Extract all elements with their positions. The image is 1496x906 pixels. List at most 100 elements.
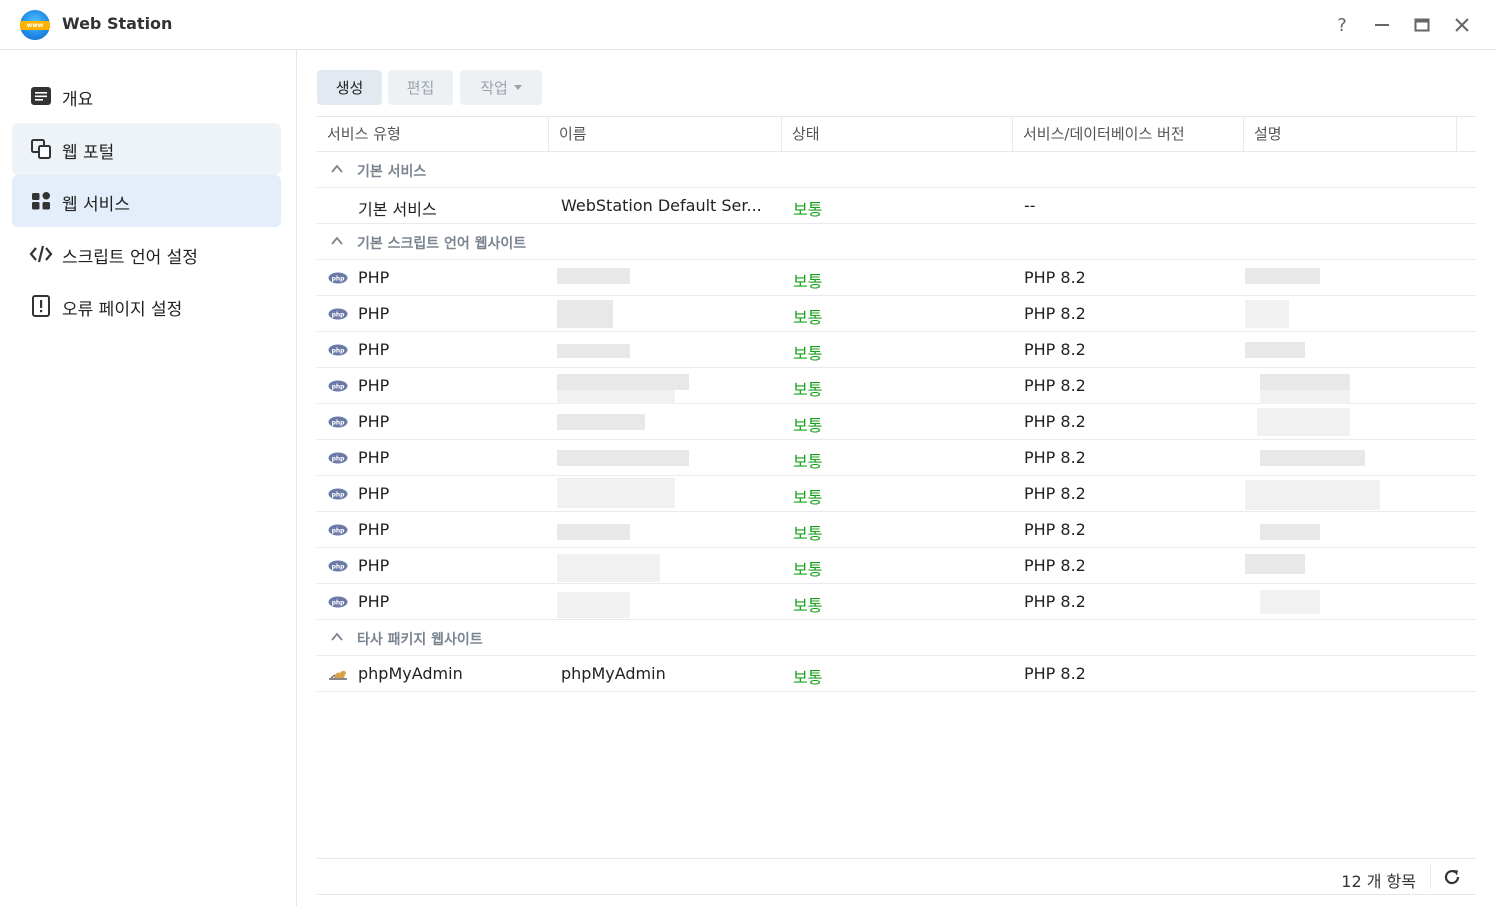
caret-down-icon — [513, 85, 522, 90]
redacted-name — [557, 390, 675, 404]
cell-version: PHP 8.2 — [1024, 268, 1086, 287]
cell-status: 보통 — [793, 488, 823, 507]
php-icon: php — [328, 524, 348, 536]
maximize-button[interactable] — [1409, 12, 1435, 38]
redacted-description — [1245, 300, 1289, 328]
sidebar-item-label: 웹 서비스 — [62, 195, 130, 215]
cell-type: PHP — [358, 592, 390, 611]
group-row-script-websites[interactable]: 기본 스크립트 언어 웹사이트 — [317, 224, 1476, 260]
cell-type: phpMyAdmin — [358, 664, 463, 683]
cell-type: 기본 서비스 — [358, 200, 437, 219]
group-row-third-party[interactable]: 타사 패키지 웹사이트 — [317, 620, 1476, 656]
table-row[interactable]: php PHP 보통 PHP 8.2 — [317, 332, 1476, 368]
php-icon: php — [328, 308, 348, 320]
table-row[interactable]: php PHP 보통 PHP 8.2 — [317, 476, 1476, 512]
web-service-icon — [32, 191, 51, 210]
redacted-description — [1245, 480, 1380, 510]
cell-type: PHP — [358, 376, 390, 395]
error-page-icon — [32, 295, 50, 317]
php-icon: php — [328, 380, 348, 392]
refresh-icon[interactable] — [1442, 867, 1462, 887]
column-header-type[interactable]: 서비스 유형 — [317, 117, 549, 152]
php-icon: php — [328, 560, 348, 572]
cell-type: PHP — [358, 448, 390, 467]
cell-status: 보통 — [793, 380, 823, 399]
cell-version: PHP 8.2 — [1024, 304, 1086, 323]
php-icon: php — [328, 452, 348, 464]
create-button[interactable]: 생성 — [317, 70, 382, 105]
cell-status: 보통 — [793, 344, 823, 363]
cell-version: PHP 8.2 — [1024, 664, 1086, 683]
sidebar-item-web-portal[interactable]: 웹 포털 — [12, 123, 281, 175]
cell-version: PHP 8.2 — [1024, 412, 1086, 431]
redacted-description — [1260, 374, 1350, 390]
help-button[interactable]: ? — [1329, 12, 1355, 38]
cell-status: 보통 — [793, 200, 823, 219]
help-icon: ? — [1337, 14, 1347, 36]
table-row[interactable]: 기본 서비스 WebStation Default Ser... 보통 -- — [317, 188, 1476, 224]
action-label: 작업 — [480, 79, 508, 97]
maximize-icon — [1414, 18, 1430, 32]
svg-text:php: php — [332, 276, 346, 283]
redacted-name — [557, 344, 630, 358]
table-row[interactable]: php PHP 보통 PHP 8.2 — [317, 584, 1476, 620]
chevron-up-icon — [331, 236, 343, 245]
redacted-description — [1245, 554, 1305, 574]
sidebar-item-error-page[interactable]: 오류 페이지 설정 — [12, 280, 281, 332]
cell-status: 보통 — [793, 596, 823, 615]
sidebar-item-script-language[interactable]: 스크립트 언어 설정 — [12, 228, 281, 280]
close-button[interactable] — [1449, 12, 1475, 38]
table-row[interactable]: php PHP 보통 PHP 8.2 — [317, 440, 1476, 476]
cell-version: PHP 8.2 — [1024, 592, 1086, 611]
column-header-description[interactable]: 설명 — [1244, 117, 1457, 152]
sidebar-item-overview[interactable]: 개요 — [12, 70, 281, 122]
redacted-name — [557, 554, 660, 582]
svg-text:php: php — [332, 600, 346, 607]
cell-type: PHP — [358, 556, 390, 575]
svg-text:php: php — [332, 312, 346, 319]
footer-divider — [1430, 865, 1431, 889]
redacted-name — [557, 592, 630, 618]
php-icon: php — [328, 272, 348, 284]
svg-text:php: php — [332, 456, 346, 463]
table-row[interactable]: phpMyAdmin phpMyAdmin 보통 PHP 8.2 — [317, 656, 1476, 692]
cell-version: PHP 8.2 — [1024, 520, 1086, 539]
close-icon — [1455, 18, 1469, 32]
table-row[interactable]: php PHP 보통 PHP 8.2 — [317, 548, 1476, 584]
group-row-default-service[interactable]: 기본 서비스 — [317, 152, 1476, 188]
action-dropdown-button[interactable]: 작업 — [460, 70, 542, 105]
table-row[interactable]: php PHP 보통 PHP 8.2 — [317, 368, 1476, 404]
cell-name: WebStation Default Ser... — [561, 196, 762, 215]
sidebar-item-label: 오류 페이지 설정 — [62, 300, 183, 320]
column-header-version[interactable]: 서비스/데이터베이스 버전 — [1013, 117, 1244, 152]
redacted-description — [1260, 590, 1320, 614]
minimize-button[interactable] — [1369, 12, 1395, 38]
table-row[interactable]: php PHP 보통 PHP 8.2 — [317, 512, 1476, 548]
cell-type: PHP — [358, 412, 390, 431]
table-row[interactable]: php PHP 보통 PHP 8.2 — [317, 404, 1476, 440]
group-label: 타사 패키지 웹사이트 — [357, 632, 483, 648]
cell-name: phpMyAdmin — [561, 664, 666, 683]
table-row[interactable]: php PHP 보통 PHP 8.2 — [317, 260, 1476, 296]
php-icon: php — [328, 416, 348, 428]
php-icon: php — [328, 344, 348, 356]
title-bar: www Web Station ? — [0, 0, 1496, 50]
redacted-name — [557, 268, 630, 284]
cell-status: 보통 — [793, 560, 823, 579]
redacted-description — [1260, 450, 1365, 466]
column-header-name[interactable]: 이름 — [549, 117, 782, 152]
redacted-name — [557, 414, 645, 430]
svg-text:php: php — [332, 384, 346, 391]
sidebar-item-web-service[interactable]: 웹 서비스 — [12, 175, 281, 227]
redacted-name — [557, 524, 630, 540]
phpmyadmin-icon — [329, 670, 347, 680]
redacted-description — [1257, 408, 1350, 436]
web-station-logo-icon: www — [20, 10, 50, 40]
table-row[interactable]: php PHP 보통 PHP 8.2 — [317, 296, 1476, 332]
cell-status: 보통 — [793, 308, 823, 327]
edit-button[interactable]: 편집 — [388, 70, 453, 105]
web-portal-icon — [31, 139, 51, 159]
cell-version: PHP 8.2 — [1024, 484, 1086, 503]
cell-version: PHP 8.2 — [1024, 376, 1086, 395]
column-header-status[interactable]: 상태 — [782, 117, 1013, 152]
